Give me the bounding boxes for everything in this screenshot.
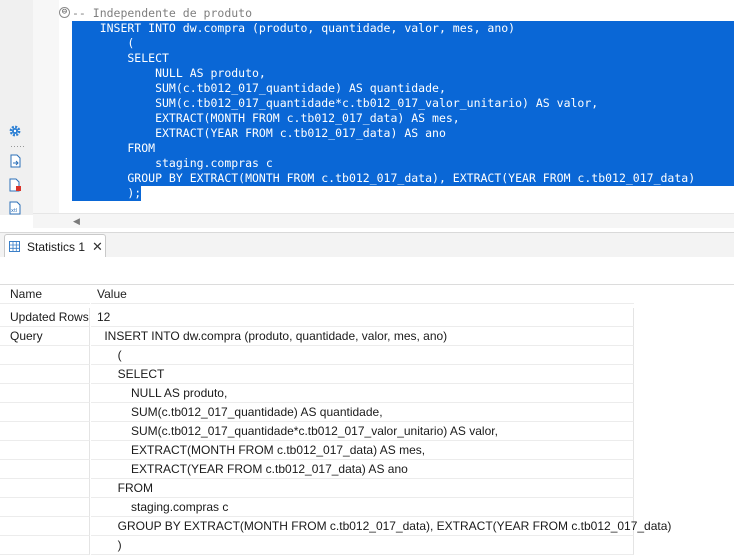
code-line-selected[interactable]: staging.compras c <box>72 156 734 171</box>
table-row[interactable]: FROM <box>0 479 734 498</box>
stat-value-cell: staging.compras c <box>91 498 634 517</box>
stat-value-cell: SELECT <box>91 365 634 384</box>
table-row[interactable]: EXTRACT(YEAR FROM c.tb012_017_data) AS a… <box>0 460 734 479</box>
stat-name-cell <box>0 384 90 403</box>
stat-name-cell <box>0 365 90 384</box>
code-line-selected[interactable]: FROM <box>72 141 734 156</box>
results-toolbar-area <box>0 257 734 285</box>
stat-value-cell: SUM(c.tb012_017_quantidade) AS quantidad… <box>91 403 634 422</box>
stat-name-cell: Query <box>0 327 90 346</box>
table-row[interactable]: ( <box>0 346 734 365</box>
stat-name-cell <box>0 479 90 498</box>
separator-dots: ····· <box>10 141 25 151</box>
column-header-name[interactable]: Name <box>0 285 90 304</box>
stat-value-cell: ) <box>91 536 634 555</box>
stat-value-cell: INSERT INTO dw.compra (produto, quantida… <box>91 327 634 346</box>
tab-label: Statistics 1 <box>27 239 86 254</box>
fold-margin <box>33 0 59 215</box>
stat-name-cell <box>0 441 90 460</box>
table-row[interactable]: EXTRACT(MONTH FROM c.tb012_017_data) AS … <box>0 441 734 460</box>
table-row[interactable]: Query INSERT INTO dw.compra (produto, qu… <box>0 327 734 346</box>
stat-name-cell <box>0 498 90 517</box>
stat-value-cell: 12 <box>91 308 634 327</box>
sql-editor[interactable]: ····· xtl ⊖ -- Independente de produto I… <box>0 0 734 231</box>
close-icon[interactable]: ✕ <box>92 239 103 255</box>
stat-name-cell <box>0 422 90 441</box>
stat-value-cell: EXTRACT(MONTH FROM c.tb012_017_data) AS … <box>91 441 634 460</box>
editor-side-toolbar: ····· xtl <box>0 0 34 215</box>
table-row[interactable]: SELECT <box>0 365 734 384</box>
code-line-selected[interactable]: INSERT INTO dw.compra (produto, quantida… <box>72 21 734 36</box>
code-line-selected[interactable]: GROUP BY EXTRACT(MONTH FROM c.tb012_017_… <box>72 171 734 186</box>
code-line-selected[interactable]: EXTRACT(YEAR FROM c.tb012_017_data) AS a… <box>72 126 734 141</box>
grid-table-icon <box>9 241 20 252</box>
stat-name-cell <box>0 403 90 422</box>
table-row[interactable]: NULL AS produto, <box>0 384 734 403</box>
stat-name-cell <box>0 460 90 479</box>
column-header-value[interactable]: Value <box>91 285 634 304</box>
table-row[interactable]: Updated Rows 12 <box>0 308 734 327</box>
table-row[interactable]: GROUP BY EXTRACT(MONTH FROM c.tb012_017_… <box>0 517 734 536</box>
stat-name-cell <box>0 346 90 365</box>
svg-text:xtl: xtl <box>11 208 17 214</box>
code-line-selected[interactable]: ( <box>72 36 734 51</box>
code-line-selected[interactable]: SUM(c.tb012_017_quantidade*c.tb012_017_v… <box>72 96 734 111</box>
horizontal-scrollbar[interactable]: ◀ <box>33 213 734 228</box>
stat-value-cell: SUM(c.tb012_017_quantidade*c.tb012_017_v… <box>91 422 634 441</box>
scroll-left-arrow-icon[interactable]: ◀ <box>73 216 80 227</box>
results-tab-bar: Statistics 1 ✕ <box>0 232 734 258</box>
table-row[interactable]: SUM(c.tb012_017_quantidade*c.tb012_017_v… <box>0 422 734 441</box>
table-row[interactable]: ) <box>0 536 734 555</box>
table-row[interactable]: SUM(c.tb012_017_quantidade) AS quantidad… <box>0 403 734 422</box>
stat-value-cell: ( <box>91 346 634 365</box>
gear-icon[interactable] <box>8 124 22 138</box>
table-row[interactable]: staging.compras c <box>0 498 734 517</box>
code-line-selected[interactable]: SELECT <box>72 51 734 66</box>
tab-statistics[interactable]: Statistics 1 ✕ <box>4 234 106 258</box>
stat-name-cell <box>0 517 90 536</box>
stat-value-cell: EXTRACT(YEAR FROM c.tb012_017_data) AS a… <box>91 460 634 479</box>
stat-value-cell: FROM <box>91 479 634 498</box>
stat-name-cell <box>0 536 90 555</box>
xml-file-icon[interactable]: xtl <box>8 201 22 215</box>
grid-header-row: Name Value <box>0 285 734 304</box>
stat-value-cell: NULL AS produto, <box>91 384 634 403</box>
export-icon[interactable] <box>8 154 22 168</box>
file-error-icon[interactable] <box>8 178 22 192</box>
code-line-selected[interactable]: SUM(c.tb012_017_quantidade) AS quantidad… <box>72 81 734 96</box>
code-line-selected[interactable]: EXTRACT(MONTH FROM c.tb012_017_data) AS … <box>72 111 734 126</box>
collapse-fold-icon[interactable]: ⊖ <box>59 7 70 18</box>
code-line-selected[interactable]: NULL AS produto, <box>72 66 734 81</box>
stat-name-cell: Updated Rows <box>0 308 90 327</box>
stat-value-cell: GROUP BY EXTRACT(MONTH FROM c.tb012_017_… <box>91 517 671 536</box>
code-comment-line[interactable]: -- Independente de produto <box>72 6 252 21</box>
code-line-selected[interactable]: ); <box>72 186 142 201</box>
